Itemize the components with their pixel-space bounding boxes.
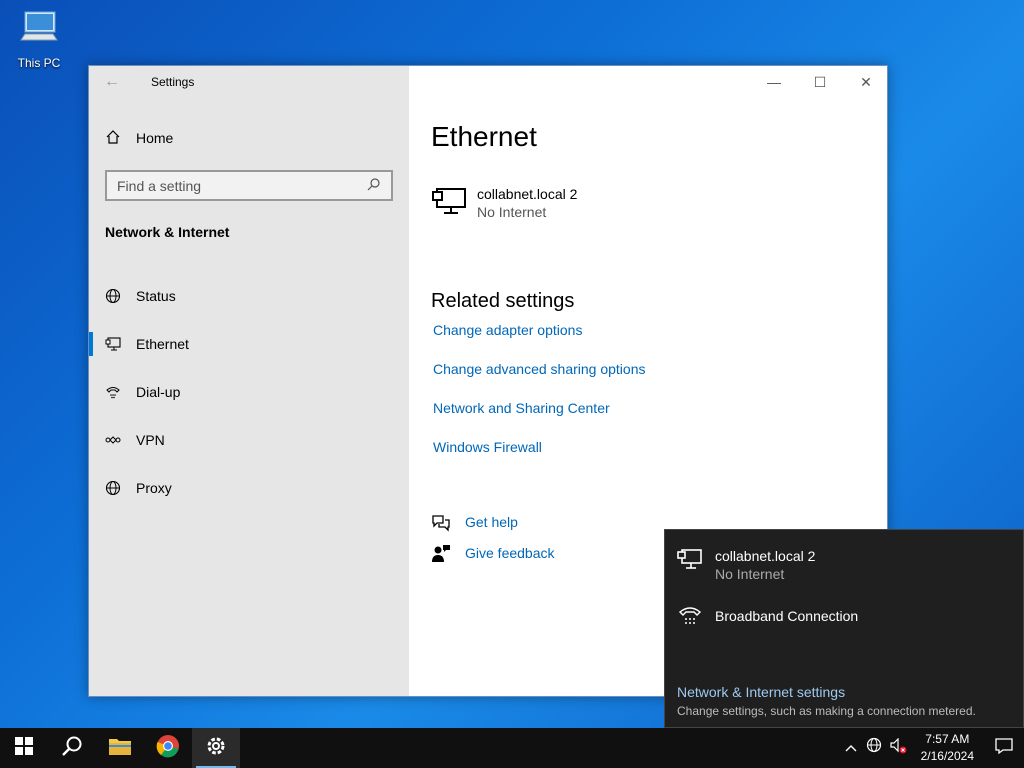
taskbar: 7:57 AM 2/16/2024 <box>0 728 1024 768</box>
sidebar-item-ethernet[interactable]: Ethernet <box>89 320 409 368</box>
link-advanced-sharing[interactable]: Change advanced sharing options <box>433 361 646 400</box>
get-help-link[interactable]: Get help <box>465 514 518 530</box>
sidebar-nav: Status Ethernet Dial-up VPN Proxy <box>89 272 409 512</box>
dialup-icon <box>105 384 121 400</box>
home-nav-item[interactable]: Home <box>89 122 409 154</box>
globe-icon <box>105 480 121 496</box>
link-change-adapter-options[interactable]: Change adapter options <box>433 322 646 361</box>
system-tray: 7:57 AM 2/16/2024 <box>839 728 1024 768</box>
windows-logo-icon <box>15 736 33 760</box>
flyout-broadband-item[interactable]: Broadband Connection <box>677 604 858 628</box>
ethernet-icon <box>431 186 467 216</box>
help-section: Get help Give feedback <box>431 506 555 568</box>
chrome-button[interactable] <box>144 728 192 768</box>
adapter-name: collabnet.local 2 <box>477 186 578 202</box>
vpn-icon <box>105 432 121 448</box>
sidebar-item-label: Ethernet <box>136 336 189 352</box>
computer-icon <box>17 6 61 50</box>
notification-icon <box>995 737 1013 760</box>
sidebar-item-vpn[interactable]: VPN <box>89 416 409 464</box>
search-icon <box>367 177 381 194</box>
adapter-status: No Internet <box>477 204 547 220</box>
sidebar-item-label: VPN <box>136 432 165 448</box>
get-help-row[interactable]: Get help <box>431 506 555 537</box>
window-controls: — ☐ ✕ <box>751 66 889 98</box>
search-placeholder: Find a setting <box>117 177 202 194</box>
back-button[interactable]: ← <box>89 66 135 98</box>
chrome-icon <box>156 734 180 763</box>
dialup-icon <box>677 604 703 628</box>
flyout-settings-description: Change settings, such as making a connec… <box>677 704 976 718</box>
clock-date: 2/16/2024 <box>920 749 974 763</box>
start-button[interactable] <box>0 728 48 768</box>
network-globe-icon <box>866 737 884 760</box>
ethernet-icon <box>105 336 121 352</box>
network-tray-button[interactable] <box>863 728 887 768</box>
sidebar-item-status[interactable]: Status <box>89 272 409 320</box>
ethernet-icon <box>677 548 703 572</box>
settings-taskbar-button[interactable] <box>192 728 240 768</box>
file-explorer-button[interactable] <box>96 728 144 768</box>
section-title: Network & Internet <box>105 224 230 240</box>
folder-icon <box>108 736 132 761</box>
flyout-network-status: No Internet <box>715 566 785 582</box>
chevron-up-icon <box>845 739 857 757</box>
search-button[interactable] <box>48 728 96 768</box>
maximize-icon: ☐ <box>813 73 827 90</box>
chat-help-icon <box>431 512 451 532</box>
this-pc-desktop-icon[interactable]: This PC <box>8 6 70 72</box>
show-hidden-icons-button[interactable] <box>839 728 863 768</box>
link-windows-firewall[interactable]: Windows Firewall <box>433 439 646 478</box>
settings-sidebar: ← Settings Home Find a setting Network &… <box>89 66 409 696</box>
maximize-button[interactable]: ☐ <box>797 66 843 98</box>
flyout-broadband-name: Broadband Connection <box>715 608 859 624</box>
sidebar-item-label: Status <box>136 288 176 304</box>
clock[interactable]: 7:57 AM 2/16/2024 <box>911 731 984 765</box>
flyout-network-name: collabnet.local 2 <box>715 548 816 564</box>
home-label: Home <box>136 130 174 146</box>
app-title: Settings <box>151 75 195 89</box>
give-feedback-link[interactable]: Give feedback <box>465 545 555 561</box>
related-links: Change adapter options Change advanced s… <box>433 322 646 478</box>
sidebar-item-label: Dial-up <box>136 384 181 400</box>
globe-icon <box>105 288 121 304</box>
flyout-network-item[interactable]: collabnet.local 2 No Internet <box>677 548 815 582</box>
flyout-settings-link[interactable]: Network & Internet settings Change setti… <box>677 684 976 718</box>
desktop-icon-label: This PC <box>17 56 61 70</box>
sidebar-item-dialup[interactable]: Dial-up <box>89 368 409 416</box>
search-input[interactable]: Find a setting <box>105 170 393 201</box>
feedback-person-icon <box>431 543 451 563</box>
network-flyout: collabnet.local 2 No Internet Broadband … <box>664 529 1024 728</box>
related-settings-heading: Related settings <box>431 290 575 312</box>
ethernet-adapter[interactable]: collabnet.local 2 No Internet <box>431 186 577 220</box>
flyout-settings-title: Network & Internet settings <box>677 684 846 700</box>
link-network-sharing-center[interactable]: Network and Sharing Center <box>433 400 646 439</box>
sidebar-item-label: Proxy <box>136 480 172 496</box>
volume-tray-button[interactable] <box>887 728 911 768</box>
titlebar: ← Settings <box>89 66 409 98</box>
close-button[interactable]: ✕ <box>843 66 889 98</box>
search-icon <box>61 735 83 762</box>
sidebar-item-proxy[interactable]: Proxy <box>89 464 409 512</box>
give-feedback-row[interactable]: Give feedback <box>431 537 555 568</box>
back-arrow-icon: ← <box>104 73 120 90</box>
minimize-button[interactable]: — <box>751 66 797 98</box>
home-icon <box>105 129 121 148</box>
clock-time: 7:57 AM <box>925 732 970 746</box>
page-title: Ethernet <box>431 121 537 152</box>
minimize-icon: — <box>767 74 781 90</box>
volume-muted-icon <box>890 737 908 759</box>
action-center-button[interactable] <box>984 728 1024 768</box>
close-icon: ✕ <box>860 73 872 90</box>
gear-icon <box>205 735 227 762</box>
